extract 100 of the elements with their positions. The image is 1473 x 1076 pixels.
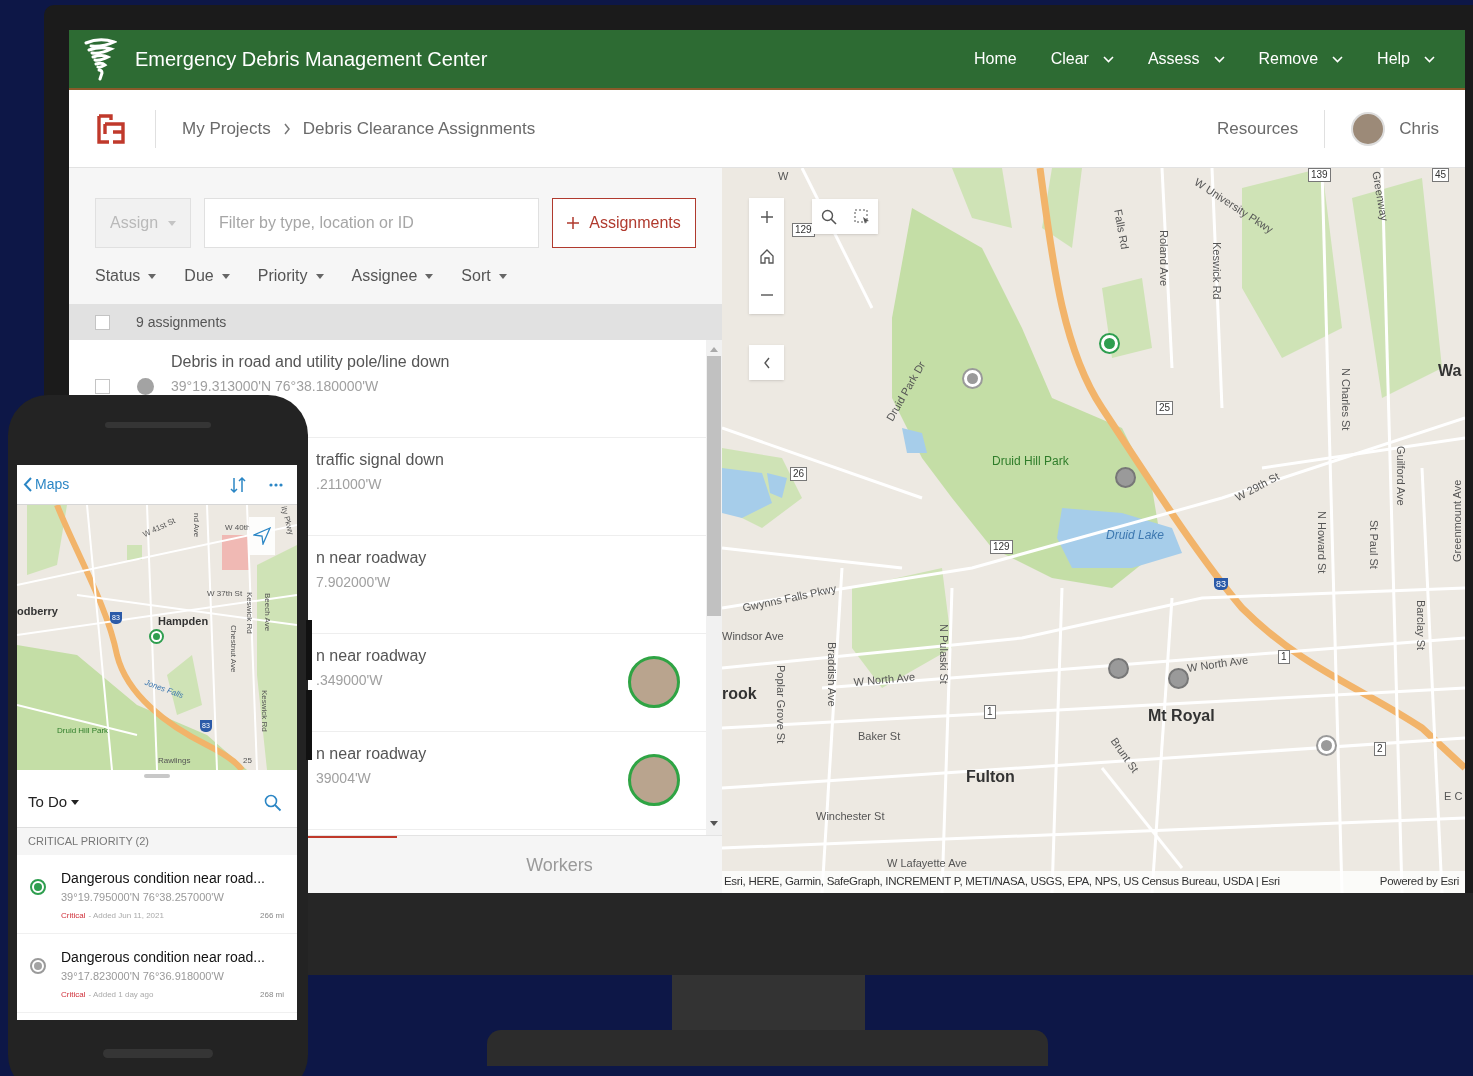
map-label: Keswick Rd bbox=[1210, 242, 1224, 300]
route-shield: 1 bbox=[984, 705, 996, 719]
map-label: Jones Falls bbox=[142, 677, 186, 703]
added-date: - Added 1 day ago bbox=[88, 988, 154, 1001]
map-label: Hampden bbox=[158, 614, 209, 629]
map-label: Winchester St bbox=[816, 809, 885, 824]
map-label: St Paul St bbox=[1367, 520, 1381, 569]
filter-input[interactable]: Filter by type, location or ID bbox=[204, 198, 539, 248]
map-label: W North Ave bbox=[1186, 652, 1250, 676]
map-label: Mt Royal bbox=[1148, 706, 1215, 726]
route-shield: 45 bbox=[1432, 168, 1450, 182]
assignment-title[interactable]: n near roadway bbox=[316, 550, 427, 566]
scroll-thumb[interactable] bbox=[707, 356, 721, 616]
map-label: Gwynns Falls Pkwy bbox=[741, 581, 838, 616]
added-date: - Added Jun 11, 2021 bbox=[88, 909, 164, 922]
assignment-coordinates: .211000'W bbox=[316, 477, 383, 491]
assignment-title[interactable]: n near roadway bbox=[316, 746, 427, 762]
caret-down-icon bbox=[71, 800, 80, 805]
map-label: N Charles St bbox=[1339, 368, 1353, 431]
user-avatar[interactable] bbox=[1351, 111, 1386, 146]
map-label: Chestnut Ave bbox=[228, 625, 239, 673]
filter-dropdown[interactable]: Priority bbox=[257, 264, 324, 288]
powered-by-link[interactable]: Powered by Esri bbox=[1379, 873, 1459, 891]
map-pin[interactable] bbox=[1316, 735, 1337, 756]
map-label: Wa bbox=[1438, 361, 1462, 381]
map-label: Greenway bbox=[1369, 170, 1392, 223]
chevron-right-icon bbox=[282, 122, 291, 135]
assignment-title[interactable]: Debris in road and utility pole/line down bbox=[171, 354, 450, 370]
scrollbar[interactable] bbox=[706, 340, 722, 835]
map-label: Druid Lake bbox=[1106, 527, 1165, 544]
nav-link[interactable]: Help bbox=[1377, 47, 1435, 71]
distance: 266 mi bbox=[260, 909, 284, 922]
map-label: Rawlings bbox=[158, 755, 191, 767]
map-label: Keswick Rd bbox=[244, 592, 255, 634]
search-icon[interactable] bbox=[264, 793, 282, 812]
assignment-title[interactable]: traffic signal down bbox=[316, 452, 444, 468]
caret-down-icon bbox=[168, 220, 177, 226]
list-dropdown[interactable]: To Do bbox=[28, 791, 80, 814]
map-label: Fulton bbox=[966, 767, 1015, 787]
user-name[interactable]: Chris bbox=[1399, 115, 1439, 142]
map-label: 25 bbox=[243, 755, 252, 767]
back-link[interactable]: Maps bbox=[23, 474, 70, 495]
row-checkbox[interactable] bbox=[95, 379, 110, 394]
priority-label: Critical bbox=[61, 909, 86, 922]
nav-link[interactable]: Clear bbox=[1050, 47, 1114, 71]
select-area-icon[interactable] bbox=[853, 208, 870, 225]
tornado-logo-icon bbox=[83, 37, 117, 81]
assignment-coordinates: 39004'W bbox=[316, 771, 372, 785]
map-label: N Howard St bbox=[1315, 511, 1329, 574]
select-all-checkbox[interactable] bbox=[95, 314, 110, 330]
nav-link[interactable]: Home bbox=[974, 47, 1017, 71]
nav-link[interactable]: Remove bbox=[1258, 47, 1344, 71]
more-icon[interactable] bbox=[269, 482, 283, 487]
map-label: W bbox=[778, 169, 789, 184]
zoom-in-icon[interactable] bbox=[759, 210, 774, 224]
map-pin[interactable] bbox=[149, 629, 164, 644]
status-radio[interactable] bbox=[30, 879, 46, 895]
status-radio[interactable] bbox=[30, 958, 46, 974]
filter-dropdown[interactable]: Assignee bbox=[351, 264, 434, 288]
route-shield: 129 bbox=[792, 223, 815, 237]
nav-link[interactable]: Assess bbox=[1147, 47, 1225, 71]
locate-button[interactable] bbox=[249, 517, 275, 555]
chevron-left-icon bbox=[762, 356, 771, 369]
assignment-count: 9 assignments bbox=[136, 312, 227, 332]
resources-link[interactable]: Resources bbox=[1217, 115, 1299, 142]
map-pin[interactable] bbox=[1168, 668, 1189, 689]
route-shield: 2 bbox=[1374, 742, 1386, 756]
filter-dropdown[interactable]: Status bbox=[95, 264, 157, 288]
sort-icon[interactable] bbox=[229, 475, 247, 494]
priority-label: Critical bbox=[61, 988, 86, 1001]
assignment-title[interactable]: n near roadway bbox=[316, 648, 427, 664]
item-title[interactable]: Dangerous condition near road... bbox=[61, 868, 284, 889]
map-pin[interactable] bbox=[1108, 658, 1129, 679]
map-label: Guilford Ave bbox=[1394, 446, 1408, 506]
route-shield: 129 bbox=[990, 540, 1013, 554]
map-label: W 37th St bbox=[207, 588, 243, 600]
section-heading: CRITICAL PRIORITY (2) bbox=[28, 834, 150, 850]
map-label: Barclay St bbox=[1414, 600, 1428, 651]
navigation-arrow-icon bbox=[253, 527, 271, 545]
item-title[interactable]: Dangerous condition near road... bbox=[61, 947, 284, 968]
home-icon[interactable] bbox=[758, 248, 775, 264]
breadcrumb-link[interactable]: My Projects bbox=[182, 115, 271, 142]
map-label: W 41st St bbox=[141, 515, 178, 541]
map-label: Roland Ave bbox=[1157, 230, 1171, 287]
distance: 268 mi bbox=[260, 988, 284, 1001]
map-label: N Pulaski St bbox=[937, 624, 951, 684]
filter-dropdown[interactable]: Sort bbox=[461, 264, 507, 288]
caret-down-icon bbox=[221, 273, 230, 279]
sheet-handle[interactable] bbox=[144, 774, 170, 778]
route-shield: 25 bbox=[1156, 401, 1174, 415]
search-icon[interactable] bbox=[820, 208, 837, 225]
scroll-up-icon[interactable] bbox=[710, 346, 718, 352]
map-label: rook bbox=[722, 684, 757, 704]
add-assignments-button[interactable]: Assignments bbox=[552, 198, 696, 248]
map-label: Greenmount Ave bbox=[1450, 479, 1464, 562]
filter-dropdown[interactable]: Due bbox=[184, 264, 230, 288]
map-label: W North Ave bbox=[853, 669, 916, 690]
caret-down-icon bbox=[315, 273, 324, 279]
map-label: nd Ave bbox=[191, 513, 202, 538]
scroll-down-icon[interactable] bbox=[710, 821, 718, 827]
